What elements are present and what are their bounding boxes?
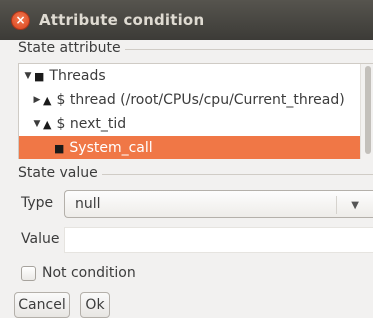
close-icon[interactable]: × bbox=[11, 10, 30, 30]
value-label: Value bbox=[21, 231, 60, 247]
not-condition-row[interactable]: Not condition bbox=[21, 265, 136, 281]
state-value-label: State value bbox=[18, 165, 102, 181]
expand-down-icon[interactable]: ▼ bbox=[22, 71, 34, 81]
tree-item-threads[interactable]: ▼ ■ Threads bbox=[19, 64, 361, 88]
tree-item-label: Threads bbox=[49, 68, 106, 84]
chevron-down-icon[interactable]: ▼ bbox=[351, 200, 359, 211]
square-icon: ■ bbox=[54, 141, 65, 155]
tree-item-label: $ thread (/root/CPUs/cpu/Current_thread) bbox=[56, 92, 345, 108]
cancel-button[interactable]: Cancel bbox=[14, 292, 70, 318]
attribute-condition-dialog: × Attribute condition State attribute ▼ … bbox=[0, 0, 373, 318]
combo-separator bbox=[336, 196, 337, 214]
tree-item-next-tid[interactable]: ▼ ▲ $ next_tid bbox=[19, 112, 361, 136]
tree-item-label: System_call bbox=[69, 140, 153, 156]
state-attribute-divider bbox=[121, 49, 373, 50]
state-attribute-tree[interactable]: ▼ ■ Threads ▶ ▲ $ thread (/root/CPUs/cpu… bbox=[18, 63, 373, 159]
expand-right-icon[interactable]: ▶ bbox=[31, 95, 43, 105]
not-condition-label[interactable]: Not condition bbox=[42, 265, 136, 281]
state-attribute-label: State attribute bbox=[18, 40, 125, 56]
expand-down-icon[interactable]: ▼ bbox=[31, 119, 43, 129]
tree-item-label: $ next_tid bbox=[56, 116, 127, 132]
window-title: Attribute condition bbox=[39, 11, 205, 29]
state-value-divider bbox=[102, 174, 373, 175]
title-bar: × Attribute condition bbox=[0, 0, 373, 40]
type-label: Type bbox=[21, 195, 54, 211]
tree-item-system-call[interactable]: ■ System_call bbox=[19, 136, 361, 159]
square-icon: ■ bbox=[34, 69, 45, 83]
scrollbar-thumb[interactable] bbox=[365, 66, 371, 154]
tree-scrollbar[interactable] bbox=[360, 64, 373, 159]
triangle-icon: ▲ bbox=[43, 93, 52, 107]
value-input[interactable] bbox=[64, 227, 373, 253]
not-condition-checkbox[interactable] bbox=[21, 265, 36, 281]
triangle-icon: ▲ bbox=[43, 117, 52, 131]
tree-item-thread[interactable]: ▶ ▲ $ thread (/root/CPUs/cpu/Current_thr… bbox=[19, 88, 361, 112]
type-select[interactable]: null ▼ bbox=[64, 190, 373, 218]
type-select-value: null bbox=[75, 196, 101, 212]
ok-button[interactable]: Ok bbox=[80, 292, 110, 318]
